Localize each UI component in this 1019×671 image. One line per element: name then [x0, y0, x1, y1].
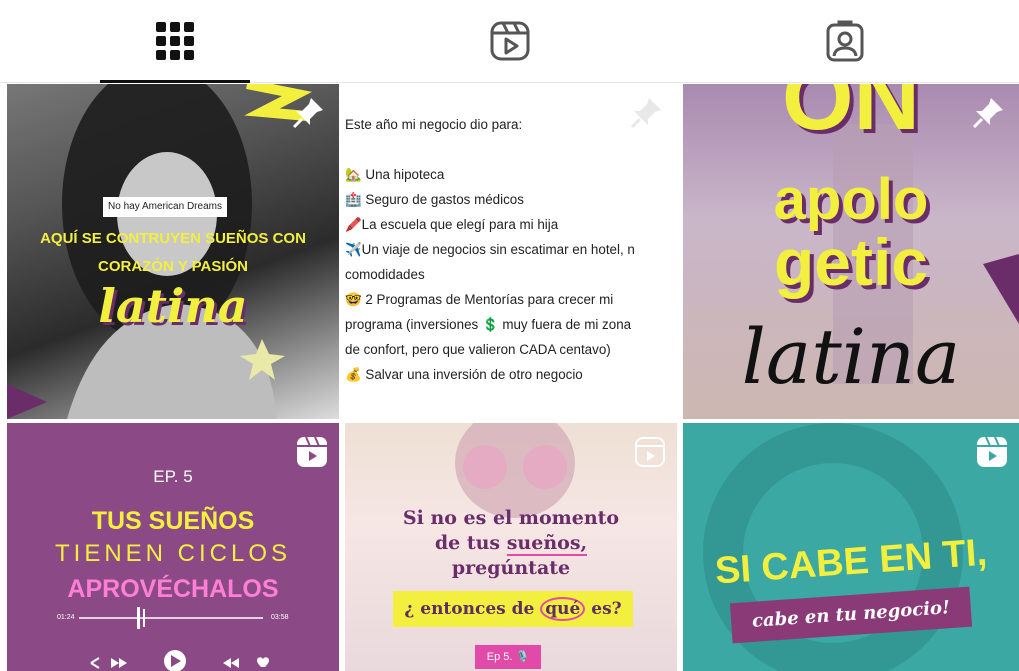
text-line: 🖍️La escuela que elegí para mi hija	[345, 217, 559, 232]
audio-player	[79, 607, 269, 671]
reel-si-no-es-el-momento[interactable]: Si no es el momento de tus sueños, pregú…	[345, 423, 677, 671]
reel-si-cabe-en-ti[interactable]: SI CABE EN TI, cabe en tu negocio!	[683, 423, 1019, 671]
reel-tus-suenos[interactable]: EP. 5 TUS SUEÑOS TIENEN CICLOS APROVÉCHA…	[7, 423, 339, 671]
episode-badge: Ep 5. 🎙️	[475, 645, 541, 669]
reels-icon	[490, 21, 530, 61]
post-latina-dreams[interactable]: No hay American Dreams AQUÍ SE CONTRUYEN…	[7, 84, 339, 419]
reel-icon	[635, 437, 665, 467]
post-text-body: Este año mi negocio dio para: 🏡 Una hipo…	[345, 112, 635, 387]
post-headline-line1: AQUÍ SE CONTRUYEN SUEÑOS CON	[40, 230, 306, 247]
text-line: 💰 Salvar una inversión de otro negocio	[345, 367, 583, 382]
tab-grid[interactable]	[100, 0, 250, 83]
post-apologetic-latina[interactable]: ON apolo getic latina	[683, 84, 1019, 419]
text-line: 🤓 2 Programas de Mentorías para crecer m…	[345, 292, 614, 307]
reel-icon	[977, 437, 1007, 467]
reel-line2: de tus sueños,	[345, 532, 677, 556]
text-line: ✈️Un viaje de negocios sin escatimar en …	[345, 242, 635, 257]
reel-line2-start: de tus	[434, 532, 507, 554]
question-start: ¿ entonces de	[404, 599, 541, 619]
post-script-word: latina	[98, 279, 248, 333]
pin-icon	[972, 98, 1003, 129]
profile-tabs	[0, 0, 1019, 83]
tab-tagged[interactable]	[775, 0, 915, 82]
text-line: 🏥 Seguro de gastos médicos	[345, 192, 524, 207]
post-script-word: latina	[741, 312, 961, 401]
post-line-apolo: apolo	[773, 167, 929, 232]
question-banner: ¿ entonces de qué es?	[393, 591, 633, 627]
grid-icon	[156, 22, 194, 60]
text-line: de confort, pero que valieron CADA centa…	[345, 342, 611, 357]
post-headline-line2: CORAZÓN Y PASIÓN	[97, 258, 249, 275]
text-line: 🏡 Una hipoteca	[345, 167, 445, 182]
posts-grid: No hay American Dreams AQUÍ SE CONTRUYEN…	[7, 84, 1019, 671]
text-line: programa (inversiones 💲 muy fuera de mi …	[345, 317, 632, 332]
text-line: Este año mi negocio dio para:	[345, 117, 523, 132]
reel-line2-underlined: sueños,	[506, 532, 588, 556]
tab-reels[interactable]	[440, 0, 580, 82]
question-circled: qué	[540, 597, 586, 621]
tagged-icon	[826, 20, 864, 62]
text-line: comodidades	[345, 267, 425, 282]
post-line-getic: getic	[773, 225, 929, 299]
post-top-word: ON	[782, 84, 920, 149]
post-photo	[7, 84, 313, 419]
reel-line1: Si no es el momento	[402, 507, 620, 529]
reel-line3: pregúntate	[451, 557, 571, 579]
question-end: es?	[585, 599, 622, 619]
pin-icon	[292, 98, 323, 129]
active-tab-indicator	[100, 80, 250, 83]
post-text-list[interactable]: Este año mi negocio dio para: 🏡 Una hipo…	[345, 84, 677, 419]
post-tag-label: No hay American Dreams	[103, 197, 227, 217]
text-line	[345, 137, 635, 162]
